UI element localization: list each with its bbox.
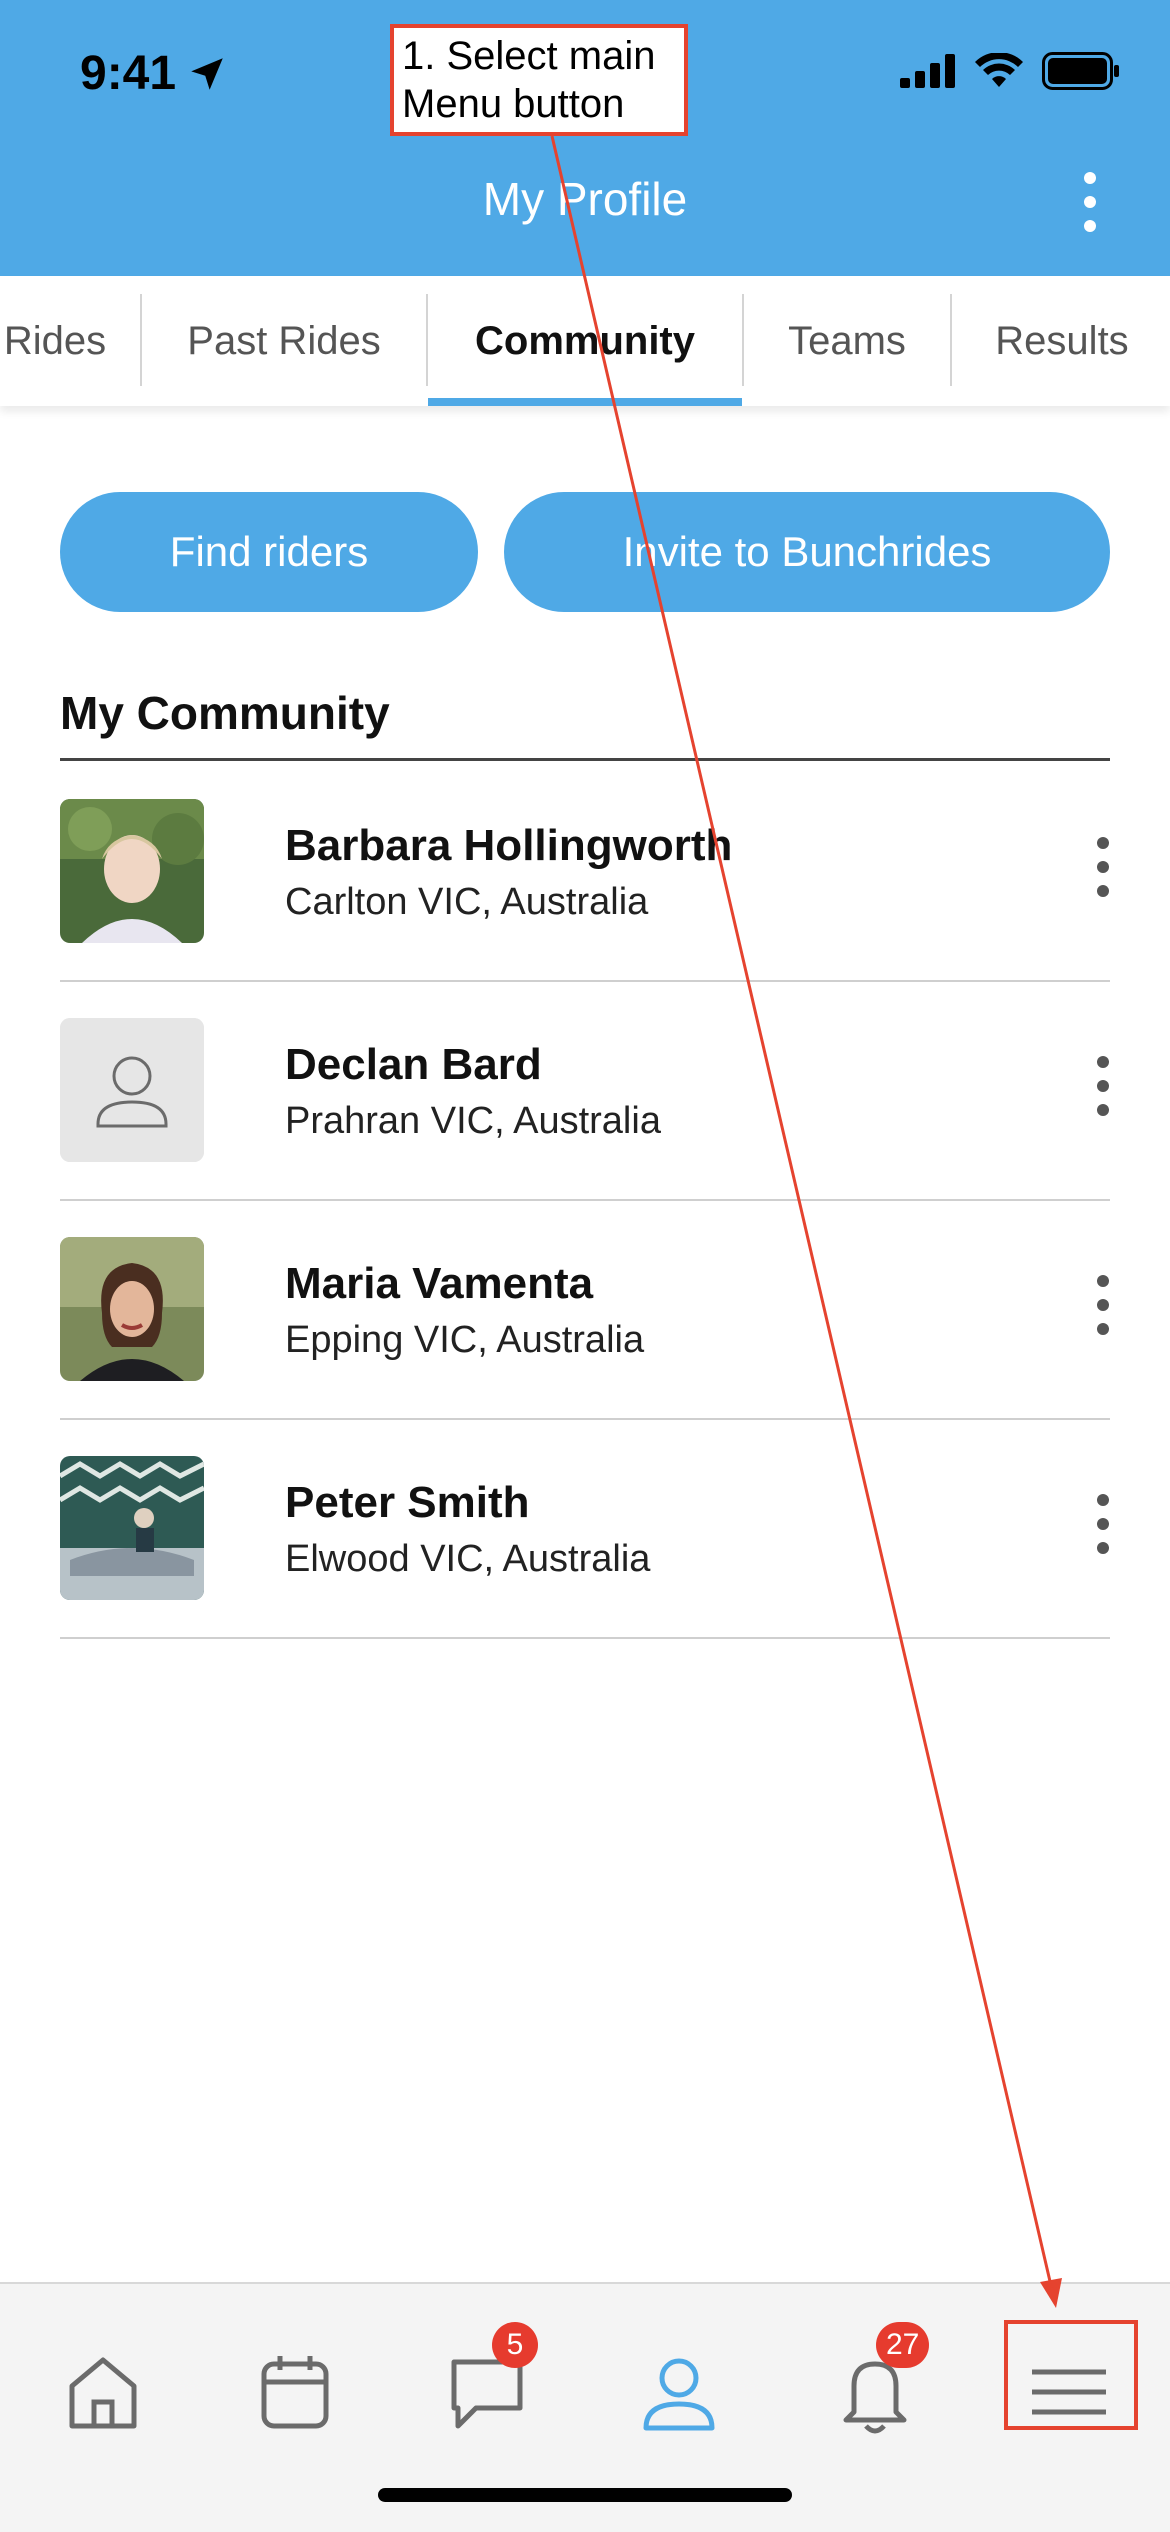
- more-vertical-icon[interactable]: [1096, 837, 1110, 907]
- calendar-icon[interactable]: [250, 2346, 340, 2436]
- list-item[interactable]: Peter Smith Elwood VIC, Australia: [60, 1420, 1110, 1639]
- wifi-icon: [975, 53, 1023, 87]
- page-title: My Profile: [482, 173, 688, 225]
- section-title: My Community: [60, 687, 390, 739]
- list-item[interactable]: Barbara Hollingworth Carlton VIC, Austra…: [60, 763, 1110, 982]
- member-name: Peter Smith: [285, 1478, 530, 1527]
- annotation-callout: 1. Select main Menu button: [390, 24, 688, 136]
- battery-icon: [1042, 52, 1119, 90]
- member-name: Declan Bard: [285, 1040, 542, 1089]
- profile-icon[interactable]: [634, 2346, 724, 2436]
- more-vertical-icon[interactable]: [1096, 1275, 1110, 1345]
- home-indicator: [378, 2488, 792, 2502]
- tab-rides[interactable]: Rides: [0, 276, 140, 406]
- member-name: Maria Vamenta: [285, 1259, 594, 1308]
- tab-results[interactable]: Results: [952, 276, 1170, 406]
- list-item[interactable]: Declan Bard Prahran VIC, Australia: [60, 982, 1110, 1201]
- member-location: Prahran VIC, Australia: [285, 1100, 661, 1142]
- invite-button[interactable]: Invite to Bunchrides: [504, 492, 1110, 612]
- avatar: [60, 799, 204, 943]
- more-vertical-icon[interactable]: [1096, 1056, 1110, 1126]
- placeholder-person-icon: [60, 1018, 204, 1162]
- avatar: [60, 1018, 204, 1162]
- notification-badge: 27: [876, 2322, 930, 2368]
- avatar: [60, 1456, 204, 1600]
- member-name: Barbara Hollingworth: [285, 821, 733, 870]
- annotation-highlight-box: [1004, 2320, 1138, 2430]
- avatar: [60, 1237, 204, 1381]
- member-location: Carlton VIC, Australia: [285, 881, 649, 923]
- location-arrow-icon: [191, 57, 223, 90]
- find-riders-button[interactable]: Find riders: [60, 492, 478, 612]
- list-item[interactable]: Maria Vamenta Epping VIC, Australia: [60, 1201, 1110, 1420]
- divider: [60, 758, 1110, 761]
- profile-tab-bar: Rides Past Rides Community Teams Results: [0, 276, 1170, 406]
- member-location: Elwood VIC, Australia: [285, 1538, 651, 1580]
- status-bar-icons: [900, 52, 1120, 90]
- tab-past-rides[interactable]: Past Rides: [142, 276, 426, 406]
- home-icon[interactable]: [58, 2346, 148, 2436]
- tab-community[interactable]: Community: [428, 276, 742, 406]
- cellular-signal-icon: [900, 54, 955, 88]
- more-vertical-icon[interactable]: [1080, 172, 1100, 232]
- chat-badge: 5: [492, 2322, 538, 2368]
- status-bar-time: 9:41: [80, 46, 228, 101]
- tab-teams[interactable]: Teams: [744, 276, 950, 406]
- member-location: Epping VIC, Australia: [285, 1319, 645, 1361]
- more-vertical-icon[interactable]: [1096, 1494, 1110, 1564]
